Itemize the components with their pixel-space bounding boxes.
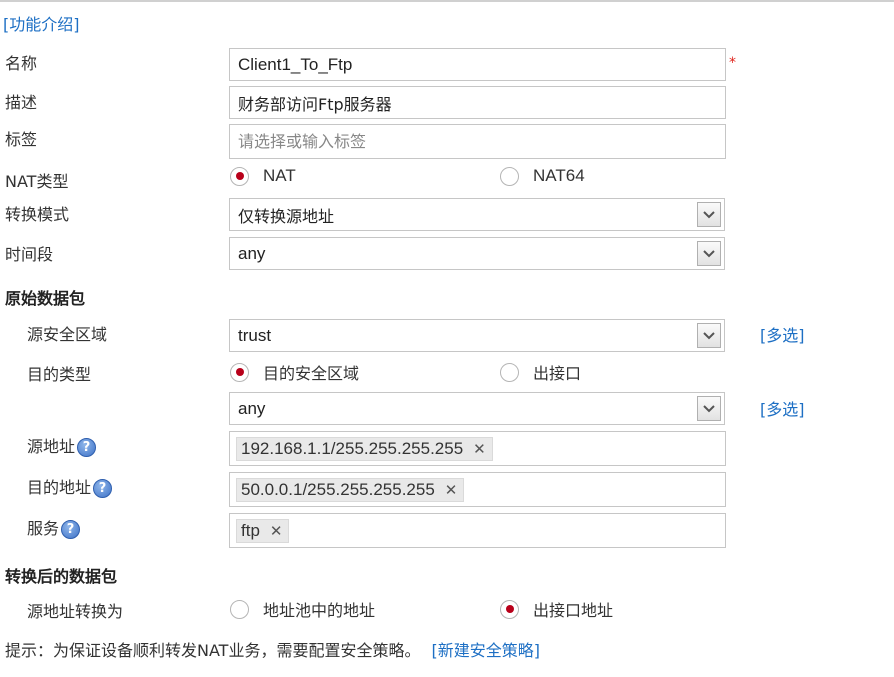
remove-tag-icon[interactable]: ✕ — [270, 522, 283, 540]
chevron-down-icon[interactable] — [697, 241, 721, 266]
src-convert-radio-pool[interactable]: 地址池中的地址 — [230, 597, 375, 621]
remove-tag-icon[interactable]: ✕ — [445, 481, 458, 499]
help-icon[interactable]: ? — [93, 479, 113, 498]
original-packet-section-title: 原始数据包 — [5, 289, 86, 308]
remove-tag-icon[interactable]: ✕ — [473, 440, 486, 458]
chevron-down-icon[interactable] — [697, 323, 721, 348]
new-security-policy-link[interactable]: [新建安全策略] — [432, 641, 541, 660]
tags-placeholder: 请选择或输入标签 — [238, 132, 367, 151]
translated-packet-section-title: 转换后的数据包 — [5, 567, 118, 586]
description-input[interactable]: 财务部访问Ftp服务器 — [229, 86, 726, 119]
radio-button[interactable] — [500, 166, 519, 186]
name-input[interactable]: Client1_To_Ftp — [229, 48, 726, 81]
tags-label: 标签 — [5, 130, 38, 149]
dst-zone-value: any — [238, 398, 266, 418]
radio-selected-dot — [505, 605, 514, 613]
chevron-down-icon[interactable] — [697, 396, 721, 421]
name-input-value: Client1_To_Ftp — [238, 54, 353, 74]
description-label: 描述 — [5, 93, 38, 112]
dst-type-radio-interface[interactable]: 出接口 — [500, 360, 581, 384]
tip-text: 提示：为保证设备顺利转发NAT业务，需要配置安全策略。 — [5, 641, 421, 660]
service-label-text: 服务 — [27, 519, 60, 538]
radio-label: NAT64 — [533, 166, 585, 185]
time-range-value: any — [238, 243, 266, 263]
tags-input[interactable]: 请选择或输入标签 — [229, 124, 726, 159]
radio-button[interactable] — [230, 599, 249, 619]
src-convert-label: 源地址转换为 — [27, 602, 124, 621]
dst-address-label[interactable]: 目的地址? — [27, 474, 113, 498]
tag-text: 192.168.1.1/255.255.255.255 — [241, 438, 464, 458]
radio-label: 出接口 — [533, 364, 582, 383]
radio-selected-dot — [235, 172, 244, 180]
dst-address-input[interactable]: 50.0.0.1/255.255.255.255 ✕ — [229, 472, 726, 507]
radio-label: 出接口地址 — [533, 601, 614, 620]
src-zone-select[interactable]: trust — [229, 319, 725, 352]
time-range-label: 时间段 — [5, 245, 54, 264]
convert-mode-select[interactable]: 仅转换源地址 — [229, 198, 725, 231]
src-address-label[interactable]: 源地址? — [27, 433, 97, 457]
dst-zone-select[interactable]: any — [229, 392, 725, 425]
service-input[interactable]: ftp ✕ — [229, 513, 726, 548]
description-input-value: 财务部访问Ftp服务器 — [238, 94, 392, 114]
src-zone-value: trust — [238, 325, 272, 345]
radio-label: NAT — [263, 166, 296, 185]
service-label[interactable]: 服务? — [27, 515, 81, 539]
src-address-label-text: 源地址 — [27, 437, 76, 456]
help-icon[interactable]: ? — [61, 520, 81, 539]
nat-type-radio-nat64[interactable]: NAT64 — [500, 166, 585, 186]
name-label: 名称 — [5, 54, 38, 73]
dst-type-radio-zone[interactable]: 目的安全区域 — [230, 360, 359, 384]
src-address-tag: 192.168.1.1/255.255.255.255 ✕ — [236, 436, 493, 461]
tip-row: 提示：为保证设备顺利转发NAT业务，需要配置安全策略。 [新建安全策略] — [5, 637, 540, 661]
function-intro-link[interactable]: [功能介绍] — [3, 11, 80, 35]
radio-button[interactable] — [500, 599, 519, 619]
service-tag: ftp ✕ — [236, 518, 290, 543]
src-address-input[interactable]: 192.168.1.1/255.255.255.255 ✕ — [229, 431, 726, 466]
top-divider — [0, 0, 894, 2]
tag-text: ftp — [241, 520, 260, 540]
dst-address-tag: 50.0.0.1/255.255.255.255 ✕ — [236, 477, 465, 502]
required-mark: * — [729, 55, 736, 71]
src-zone-multi-select-link[interactable]: [多选] — [760, 322, 805, 346]
dst-type-label: 目的类型 — [27, 365, 92, 384]
radio-label: 目的安全区域 — [263, 364, 360, 383]
nat-type-label: NAT类型 — [5, 172, 69, 191]
chevron-down-icon[interactable] — [697, 202, 721, 227]
src-convert-radio-interface[interactable]: 出接口地址 — [500, 597, 613, 621]
radio-button[interactable] — [500, 362, 519, 382]
radio-button[interactable] — [230, 166, 249, 186]
tag-text: 50.0.0.1/255.255.255.255 — [241, 479, 435, 499]
convert-mode-label: 转换模式 — [5, 205, 70, 224]
radio-selected-dot — [235, 368, 244, 376]
dst-address-label-text: 目的地址 — [27, 478, 92, 497]
nat-type-radio-nat[interactable]: NAT — [230, 166, 296, 186]
time-range-select[interactable]: any — [229, 237, 725, 270]
convert-mode-value: 仅转换源地址 — [238, 206, 335, 226]
dst-zone-multi-select-link[interactable]: [多选] — [760, 396, 805, 420]
help-icon[interactable]: ? — [77, 438, 97, 457]
radio-button[interactable] — [230, 362, 249, 382]
src-zone-label: 源安全区域 — [27, 325, 108, 344]
radio-label: 地址池中的地址 — [263, 601, 376, 620]
